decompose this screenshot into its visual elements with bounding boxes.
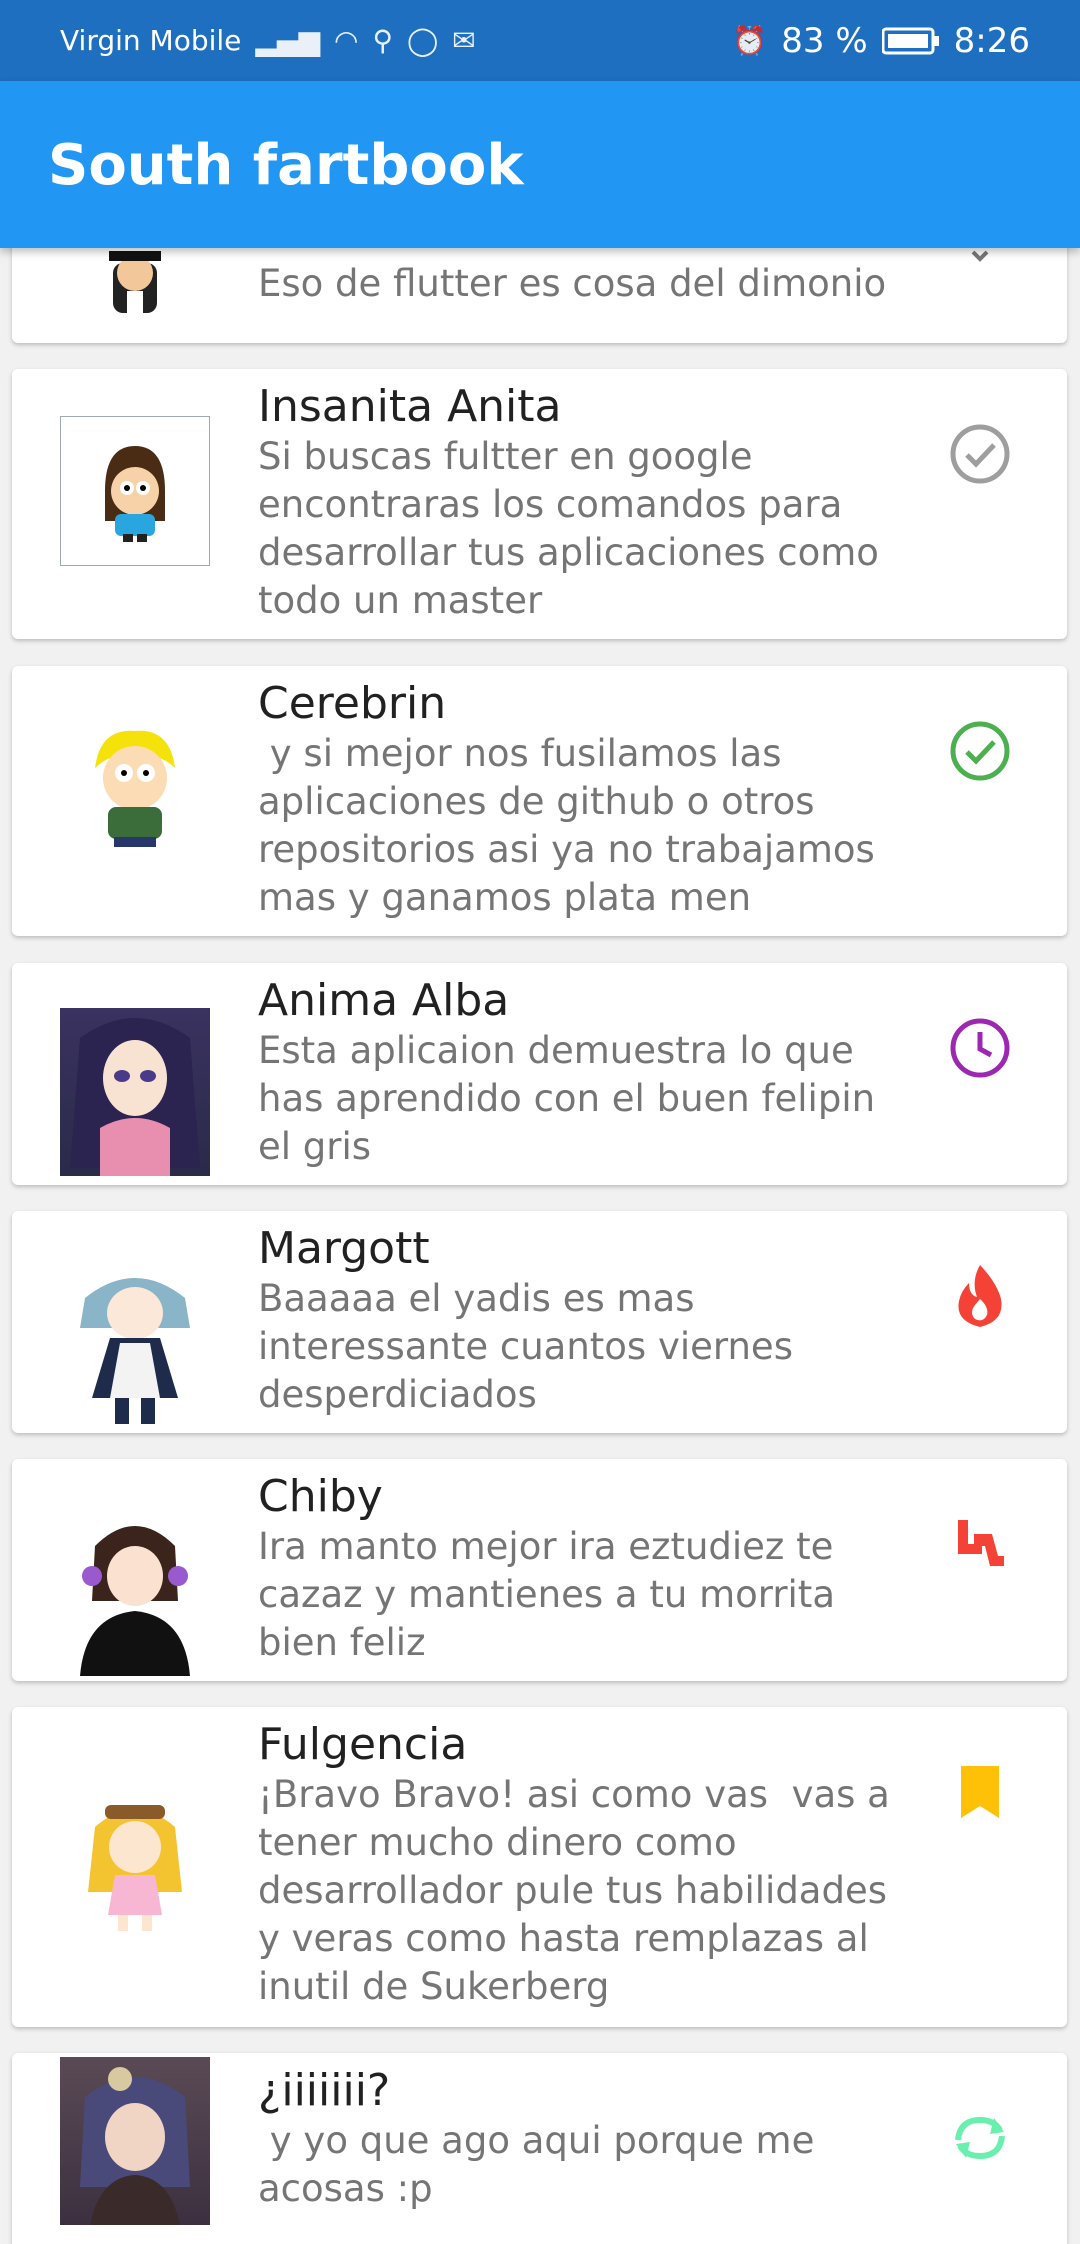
message-text: Baaaaa el yadis es mas interessante cuan… bbox=[258, 1277, 805, 1416]
sender-name: Insanita Anita bbox=[258, 381, 562, 432]
sender-name: Fulgencia bbox=[258, 1719, 468, 1770]
list-item[interactable]: Anima Alba Esta aplicaion demuestra lo q… bbox=[12, 963, 1067, 1185]
clock-icon[interactable] bbox=[945, 1013, 1015, 1083]
card-text: Chiby Ira manto mejor ira eztudiez te ca… bbox=[258, 1471, 918, 1667]
list-item[interactable]: Margott Baaaaa el yadis es mas interessa… bbox=[12, 1211, 1067, 1433]
message-text: Esta aplicaion demuestra lo que has apre… bbox=[258, 1029, 887, 1168]
battery-percent: 83 % bbox=[781, 20, 868, 61]
status-right: ⏰ 83 % 8:26 bbox=[732, 21, 1030, 61]
list-item[interactable]: Cerebrin y si mejor nos fusilamos las ap… bbox=[12, 666, 1067, 936]
message-text: Si buscas fultter en google encontraras … bbox=[258, 435, 891, 622]
list-item[interactable]: Chiby Ira manto mejor ira eztudiez te ca… bbox=[12, 1459, 1067, 1681]
check-circle-green-icon[interactable] bbox=[945, 716, 1015, 786]
card-text: Cerebrin y si mejor nos fusilamos las ap… bbox=[258, 678, 918, 922]
card-text: Eso de flutter es cosa del dimonio bbox=[258, 260, 918, 308]
wifi-icon: ◠ bbox=[334, 24, 359, 57]
list-item[interactable]: Insanita Anita Si buscas fultter en goog… bbox=[12, 369, 1067, 639]
avatar bbox=[60, 1008, 210, 1176]
usb-icon: ⚲ bbox=[372, 24, 393, 57]
app-title: South fartbook bbox=[48, 133, 524, 198]
alarm-icon: ⏰ bbox=[732, 24, 768, 57]
mail-icon: ✉ bbox=[452, 24, 476, 57]
message-text: Ira manto mejor ira eztudiez te cazaz y … bbox=[258, 1525, 847, 1664]
sync-icon[interactable] bbox=[945, 2103, 1015, 2173]
sender-name: Cerebrin bbox=[258, 678, 447, 729]
signal-icon: ▂▄▆ bbox=[255, 24, 320, 57]
sender-name: Anima Alba bbox=[258, 975, 510, 1026]
check-circle-outline-icon[interactable] bbox=[945, 419, 1015, 489]
status-bar: Virgin Mobile ▂▄▆ ◠ ⚲ ◯ ✉ ⏰ 83 % 8:26 bbox=[0, 0, 1080, 81]
avatar bbox=[60, 416, 210, 566]
sender-name: Margott bbox=[258, 1223, 430, 1274]
sender-name: ¿iiiiiii? bbox=[258, 2065, 391, 2116]
avatar bbox=[60, 1258, 210, 1428]
status-left: Virgin Mobile ▂▄▆ ◠ ⚲ ◯ ✉ bbox=[60, 24, 476, 57]
fire-icon[interactable] bbox=[945, 1261, 1015, 1331]
app-bar: South fartbook bbox=[0, 81, 1080, 248]
avatar bbox=[60, 2057, 210, 2225]
message-text: y si mejor nos fusilamos las aplicacione… bbox=[258, 732, 887, 919]
card-text: Margott Baaaaa el yadis es mas interessa… bbox=[258, 1223, 918, 1419]
chevron-icon bbox=[945, 248, 1015, 268]
list-item[interactable]: ¿iiiiiii? y yo que ago aqui porque me ac… bbox=[12, 2053, 1067, 2244]
avatar bbox=[60, 1506, 210, 1676]
card-text: ¿iiiiiii? y yo que ago aqui porque me ac… bbox=[258, 2065, 918, 2213]
card-text: Insanita Anita Si buscas fultter en goog… bbox=[258, 381, 918, 625]
avatar bbox=[60, 248, 210, 328]
card-text: Fulgencia ¡Bravo Bravo! asi como vas vas… bbox=[258, 1719, 918, 2011]
message-list[interactable]: Eso de flutter es cosa del dimonio Insan… bbox=[0, 248, 1080, 2244]
carrier-label: Virgin Mobile bbox=[60, 24, 242, 57]
list-item[interactable]: Fulgencia ¡Bravo Bravo! asi como vas vas… bbox=[12, 1707, 1067, 2027]
sender-name: Chiby bbox=[258, 1471, 383, 1522]
card-text: Anima Alba Esta aplicaion demuestra lo q… bbox=[258, 975, 918, 1171]
list-item[interactable]: Eso de flutter es cosa del dimonio bbox=[12, 248, 1067, 343]
seat-icon[interactable] bbox=[945, 1509, 1015, 1579]
avatar bbox=[60, 1777, 210, 1947]
bookmark-icon[interactable] bbox=[945, 1757, 1015, 1827]
message-text: ¡Bravo Bravo! asi como vas vas a tener m… bbox=[258, 1773, 902, 2008]
message-text: y yo que ago aqui porque me acosas :p bbox=[258, 2119, 827, 2210]
message-text: Eso de flutter es cosa del dimonio bbox=[258, 262, 887, 305]
avatar bbox=[60, 713, 210, 863]
clock-time: 8:26 bbox=[953, 20, 1030, 61]
battery-icon bbox=[881, 27, 939, 54]
whatsapp-icon: ◯ bbox=[406, 24, 439, 57]
